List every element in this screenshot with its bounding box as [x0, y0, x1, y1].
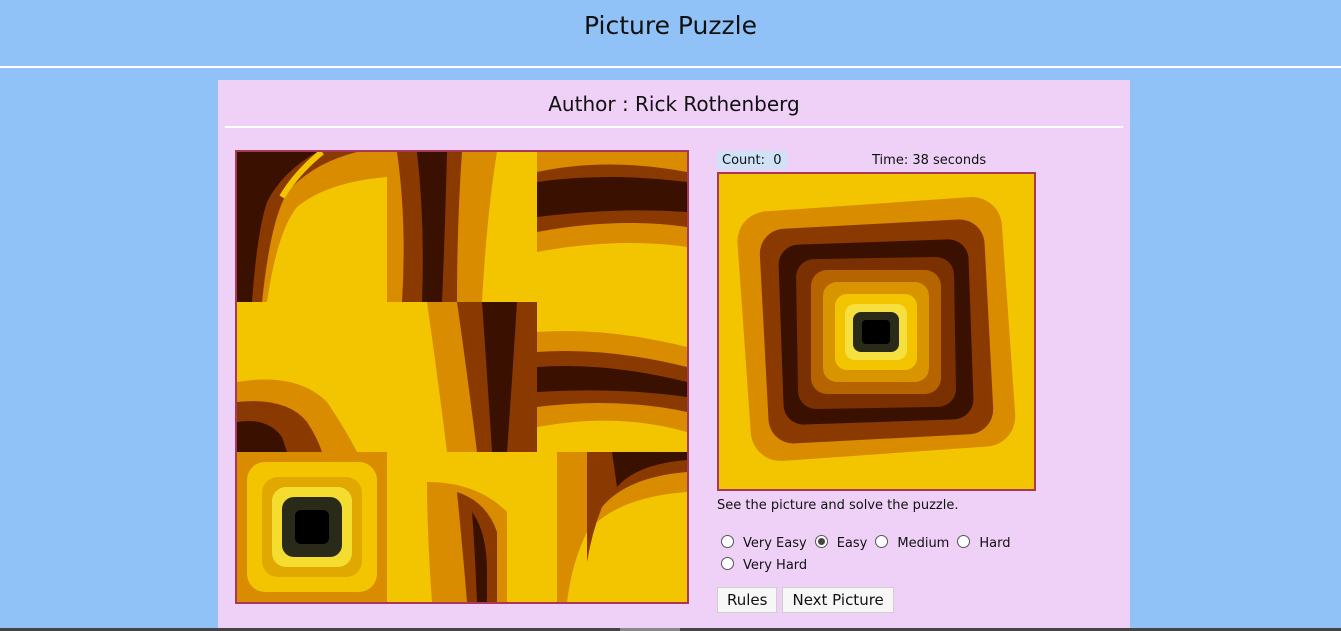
instruction-text: See the picture and solve the puzzle. [717, 498, 959, 513]
difficulty-option-very-hard[interactable]: Very Hard [721, 556, 808, 573]
puzzle-tile[interactable] [387, 452, 537, 602]
difficulty-option-easy[interactable]: Easy [814, 534, 868, 551]
puzzle-tile[interactable] [537, 152, 687, 302]
difficulty-option-hard[interactable]: Hard [957, 534, 1011, 551]
radio-very-easy[interactable] [721, 534, 734, 548]
timer-text: Time: 38 seconds [872, 153, 987, 168]
count-label: Count: [722, 153, 765, 168]
radio-medium[interactable] [875, 534, 889, 548]
move-counter: Count: 0 [717, 151, 787, 169]
difficulty-label: Easy [836, 535, 868, 551]
difficulty-option-medium[interactable]: Medium [875, 534, 950, 551]
preview-image [717, 172, 1036, 491]
difficulty-label: Very Hard [743, 557, 808, 573]
radio-hard[interactable] [957, 534, 971, 548]
difficulty-label: Medium [897, 535, 950, 551]
page-header: Picture Puzzle [0, 0, 1341, 66]
status-bar: Count: 0 Time: 38 seconds [717, 151, 1037, 171]
author-label: Author : Rick Rothenberg [548, 92, 800, 116]
difficulty-selector: Very Easy Easy Medium Hard Very Hard [721, 532, 1041, 576]
puzzle-tile[interactable] [237, 452, 387, 602]
main-panel: Author : Rick Rothenberg Count: 0 Time: … [218, 80, 1130, 631]
puzzle-tile[interactable] [237, 152, 387, 302]
puzzle-tile[interactable] [537, 452, 687, 602]
puzzle-tile[interactable] [387, 152, 537, 302]
difficulty-label: Hard [979, 535, 1011, 551]
puzzle-tile[interactable] [237, 302, 387, 452]
difficulty-option-very-easy[interactable]: Very Easy [721, 534, 807, 551]
radio-easy[interactable] [814, 534, 828, 548]
action-buttons: Rules Next Picture [717, 587, 899, 613]
puzzle-tile[interactable] [387, 302, 537, 452]
radio-very-hard[interactable] [721, 556, 734, 570]
page-title: Picture Puzzle [584, 11, 757, 40]
puzzle-tile[interactable] [537, 302, 687, 452]
puzzle-board [235, 150, 689, 604]
count-value: 0 [773, 153, 782, 168]
next-picture-button[interactable]: Next Picture [782, 587, 894, 613]
rules-button[interactable]: Rules [717, 587, 778, 613]
header-divider [0, 66, 1341, 68]
difficulty-label: Very Easy [743, 535, 807, 551]
author-divider [225, 126, 1123, 128]
